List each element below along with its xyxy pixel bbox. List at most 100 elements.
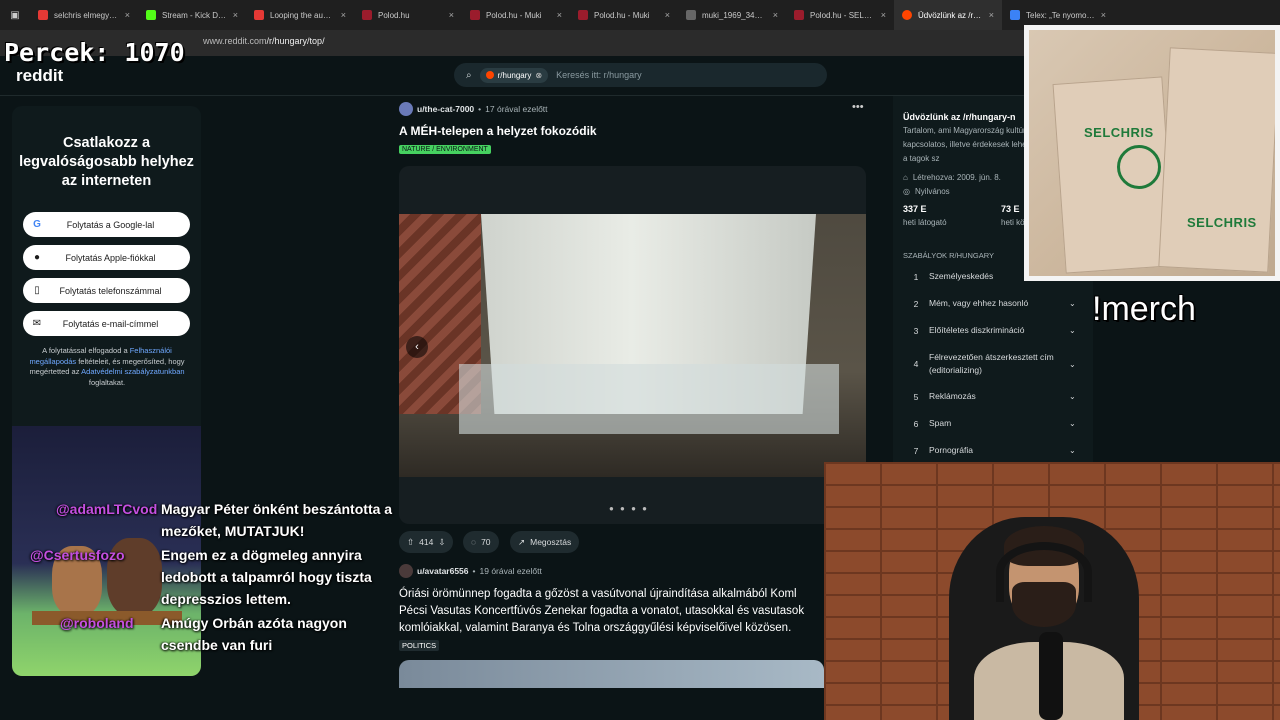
post-flair[interactable]: NATURE / ENVIRONMENT (399, 145, 491, 154)
gallery-pager: ● ● ● ● (609, 504, 649, 513)
polod-icon (794, 10, 804, 20)
stat-contrib-value: 73 E (1001, 204, 1020, 214)
search-bar[interactable]: ⌕ r/hungary ⊗ Keresés itt: r/hungary (454, 63, 827, 87)
avatar[interactable] (399, 102, 413, 116)
post-time: 19 órával ezelőtt (479, 566, 542, 576)
webcam-feed (824, 462, 1280, 720)
more-options-icon[interactable]: ••• (852, 101, 864, 113)
kick-icon (146, 10, 156, 20)
browser-tab[interactable]: Polod.hu - SELCHRIS× (786, 0, 894, 30)
url-field[interactable]: www.reddit.com/r/hungary/top/ (203, 36, 325, 46)
polod-icon (470, 10, 480, 20)
post-photo (399, 214, 866, 477)
close-tab-icon[interactable]: × (125, 10, 130, 20)
browser-tab[interactable]: Stream - Kick Dashb× (138, 0, 246, 30)
chat-message-text: Magyar Péter önként beszántotta a mezőke… (161, 501, 393, 539)
chevron-down-icon: ⌄ (1069, 446, 1076, 455)
chat-message-text: Amúgy Orbán azóta nagyon csendbe van fur… (161, 615, 347, 653)
merch-overlay: SELCHRIS SELCHRIS (1024, 25, 1280, 281)
upvote-icon[interactable]: ⇧ (407, 537, 414, 548)
polod-icon (578, 10, 588, 20)
globe-logo (1117, 145, 1161, 189)
browser-tab[interactable]: muki_1969_3476_9502_× (678, 0, 786, 30)
tab-icon-area[interactable]: ▣ (0, 0, 30, 30)
rule-item[interactable]: 4 Félrevezetően átszerkesztett cím (edito… (903, 351, 1081, 377)
close-tab-icon[interactable]: × (1101, 10, 1106, 20)
reddit-icon (902, 10, 912, 20)
close-tab-icon[interactable]: × (341, 10, 346, 20)
browser-tab[interactable]: Polod.hu - Muki × (570, 0, 678, 30)
browser-tab[interactable]: Polod.hu - Muki × (462, 0, 570, 30)
tshirt-back (1158, 47, 1275, 273)
merch-brand-text: SELCHRIS (1084, 125, 1154, 140)
stat-visitors-label: heti látogató (903, 218, 947, 227)
close-tab-icon[interactable]: × (989, 10, 994, 20)
rule-item[interactable]: 5 Reklámozás ⌄ (903, 390, 1081, 403)
email-login-button[interactable]: ✉ Folytatás e-mail-címmel (23, 311, 190, 336)
post-title[interactable]: Óriási örömünnep fogadta a gőzöst a vasú… (399, 586, 824, 637)
browser-tab[interactable]: Looping the august × (246, 0, 354, 30)
apple-icon: ● (33, 252, 41, 263)
rule-item[interactable]: 2 Mém, vagy ehhez hasonló ⌄ (903, 297, 1081, 310)
chevron-down-icon: ⌄ (1069, 359, 1076, 369)
merch-command-text: !merch (1092, 290, 1196, 328)
browser-tab-active[interactable]: Üdvözlünk az /r/hu × (894, 0, 1002, 30)
headphones (996, 542, 1092, 602)
chevron-down-icon: ⌄ (1069, 299, 1076, 308)
comment-icon: ◌ (471, 537, 477, 547)
downvote-icon[interactable]: ⇩ (438, 537, 445, 548)
youtube-icon (38, 10, 48, 20)
post-media[interactable]: ‹ ● ● ● ● (399, 166, 866, 524)
browser-tab[interactable]: Polod.hu × (354, 0, 462, 30)
apple-login-button[interactable]: ● Folytatás Apple-fiókkal (23, 245, 190, 270)
tab-overview-icon[interactable]: ▣ (10, 10, 19, 21)
file-icon (686, 10, 696, 20)
search-input[interactable]: Keresés itt: r/hungary (556, 70, 642, 80)
rule-item[interactable]: 6 Spam ⌄ (903, 417, 1081, 430)
chip-close-icon[interactable]: ⊗ (535, 71, 542, 80)
comments-button[interactable]: ◌ 70 (463, 531, 499, 553)
stat-visitors-value: 337 E (903, 204, 927, 214)
post-title[interactable]: A MÉH-telepen a helyzet fokozódik (399, 124, 597, 138)
phone-login-button[interactable]: ▯ Folytatás telefonszámmal (23, 278, 190, 303)
sidebar-description: Tartalom, ami Magyarország kultúrával ka… (903, 126, 1042, 163)
close-tab-icon[interactable]: × (773, 10, 778, 20)
sidebar-title: Üdvözlünk az /r/hungary-n (903, 112, 1016, 122)
chevron-left-icon[interactable]: ‹ (406, 336, 428, 358)
avatar[interactable] (399, 564, 413, 578)
vote-control[interactable]: ⇧ 414 ⇩ (399, 531, 454, 553)
post-author[interactable]: u/the-cat-7000 (417, 104, 474, 114)
login-heading: Csatlakozz a legvalóságosabb helyhez az … (19, 135, 194, 189)
cake-icon: ⌂ (903, 173, 908, 182)
chevron-down-icon: ⌄ (1069, 326, 1076, 335)
share-button[interactable]: ↗ Megosztás (510, 531, 580, 553)
reddit-icon (485, 71, 494, 79)
browser-tab[interactable]: selchris elmegy torr × (30, 0, 138, 30)
youtube-icon (254, 10, 264, 20)
rule-item[interactable]: 3 Előítéletes diszkrimináció ⌄ (903, 324, 1081, 337)
post-meta: u/the-cat-7000 • 17 órával ezelőtt (399, 102, 548, 116)
google-login-button[interactable]: G Folytatás a Google-lal (23, 212, 190, 237)
close-tab-icon[interactable]: × (881, 10, 886, 20)
close-tab-icon[interactable]: × (449, 10, 454, 20)
rule-item[interactable]: 7 Pornográfia ⌄ (903, 444, 1081, 457)
reddit-logo[interactable]: reddit (16, 66, 63, 86)
chat-message: @roboland (60, 612, 134, 634)
post-author[interactable]: u/avatar6556 (417, 566, 469, 576)
separator: • (472, 566, 476, 576)
microphone (1039, 632, 1063, 720)
subreddit-chip[interactable]: r/hungary ⊗ (479, 67, 549, 83)
close-tab-icon[interactable]: × (665, 10, 670, 20)
post-media[interactable] (399, 660, 824, 688)
chat-username: @roboland (60, 615, 134, 631)
privacy-policy-link[interactable]: Adatvédelmi szabályzatunkban (81, 367, 184, 376)
chat-username: @adamLTCvod (56, 501, 158, 517)
chevron-down-icon: ⌄ (1069, 419, 1076, 428)
vote-count: 414 (419, 537, 434, 547)
close-tab-icon[interactable]: × (557, 10, 562, 20)
post-flair[interactable]: POLITICS (399, 640, 440, 651)
globe-icon: ◎ (903, 187, 910, 196)
close-tab-icon[interactable]: × (233, 10, 238, 20)
mail-icon: ✉ (32, 318, 42, 329)
chat-message-text: Engem ez a dögmeleg annyira ledobott a t… (161, 547, 372, 607)
